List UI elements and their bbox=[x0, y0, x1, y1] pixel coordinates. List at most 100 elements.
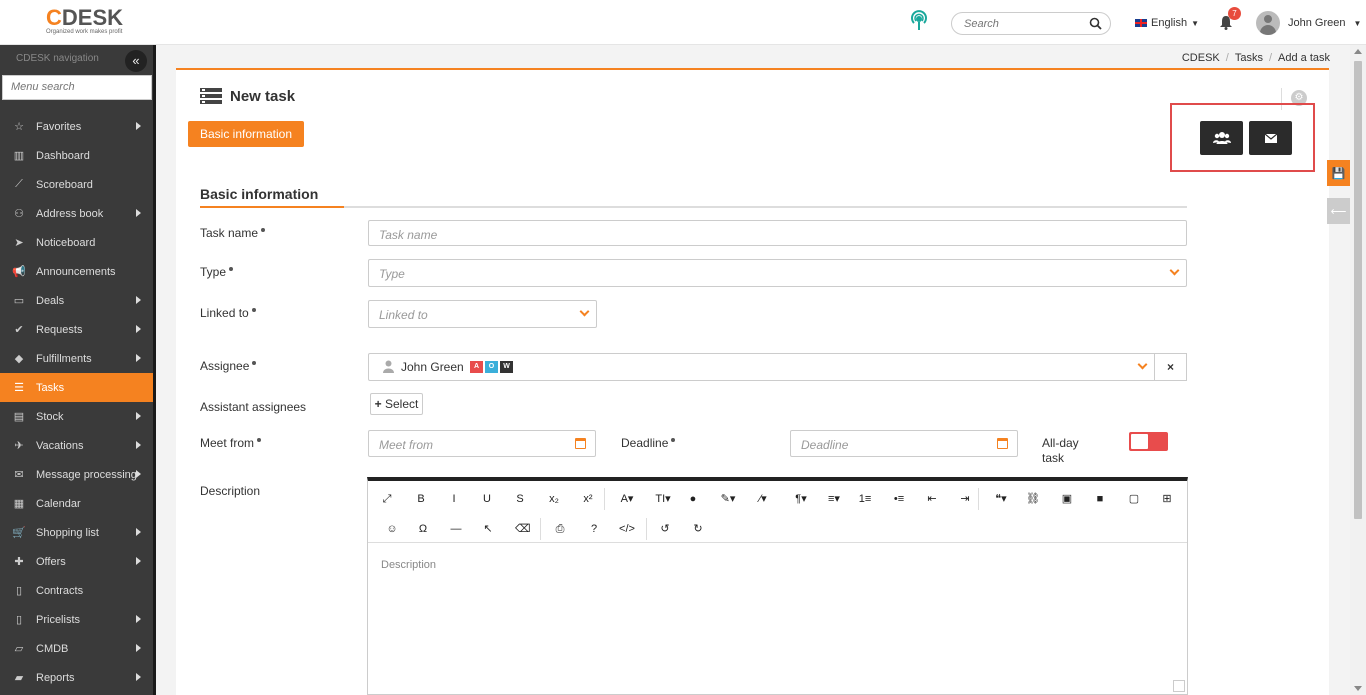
global-search[interactable] bbox=[951, 12, 1111, 35]
editor-tool-row1-18[interactable]: ❝▾ bbox=[988, 490, 1014, 508]
resize-handle[interactable] bbox=[1173, 680, 1185, 692]
user-menu[interactable]: John Green ▼ bbox=[1256, 11, 1361, 35]
calendar-icon[interactable] bbox=[997, 438, 1008, 449]
scroll-thumb[interactable] bbox=[1354, 61, 1362, 519]
editor-tool-row2-3[interactable]: ↖ bbox=[481, 520, 495, 538]
sidebar-item-label: Calendar bbox=[36, 497, 81, 510]
type-placeholder: Type bbox=[379, 267, 405, 281]
back-side-button[interactable]: ⟵ bbox=[1327, 198, 1350, 224]
sidebar-item-contracts[interactable]: ▯ Contracts bbox=[0, 576, 153, 605]
editor-tool-row2-7[interactable]: </> bbox=[618, 520, 636, 538]
editor-tool-row1-20[interactable]: ▣ bbox=[1060, 490, 1074, 508]
sidebar-item-label: Noticeboard bbox=[36, 236, 96, 249]
editor-tool-row1-7[interactable]: A▾ bbox=[615, 490, 639, 508]
collapse-sidebar-button[interactable]: « bbox=[125, 50, 147, 72]
editor-tool-row2-4[interactable]: ⌫ bbox=[515, 520, 531, 538]
editor-tool-row2-0[interactable]: ☺ bbox=[385, 520, 399, 538]
sidebar-item-calendar[interactable]: ▦ Calendar bbox=[0, 489, 153, 518]
editor-toolbar-row-2: ☺ Ω — ↖ ⌫ ⎙? </> ↺ ↻ bbox=[368, 514, 1187, 544]
users-button[interactable] bbox=[1200, 121, 1243, 155]
editor-tool-row2-2[interactable]: — bbox=[449, 520, 463, 538]
editor-tool-row1-16[interactable]: ⇤ bbox=[925, 490, 939, 508]
editor-tool-row1-9[interactable]: ● bbox=[686, 490, 700, 508]
caret-right-icon bbox=[136, 122, 141, 130]
editor-tool-row1-19[interactable]: ⛓ bbox=[1026, 490, 1040, 508]
sidebar-item-noticeboard[interactable]: ➤ Noticeboard bbox=[0, 228, 153, 257]
editor-tool-row1-23[interactable]: ⊞ bbox=[1160, 490, 1174, 508]
editor-tool-row1-11[interactable]: ⁄▾ bbox=[750, 490, 776, 508]
editor-tool-row1-5[interactable]: x₂ bbox=[546, 490, 562, 508]
editor-tool-row1-10[interactable]: ✎▾ bbox=[714, 490, 742, 508]
sidebar-item-reports[interactable]: ▰ Reports bbox=[0, 663, 153, 692]
editor-tool-row1-0[interactable]: ⤢ bbox=[380, 490, 394, 508]
all-day-toggle[interactable] bbox=[1129, 432, 1168, 451]
scroll-up-arrow[interactable] bbox=[1354, 49, 1362, 54]
sidebar-item-shopping-list[interactable]: 🛒 Shopping list bbox=[0, 518, 153, 547]
check-circle-icon: ✔ bbox=[14, 324, 24, 336]
editor-tool-row1-3[interactable]: U bbox=[480, 490, 494, 508]
sidebar-item-requests[interactable]: ✔ Requests bbox=[0, 315, 153, 344]
sidebar-item-announcements[interactable]: 📢 Announcements bbox=[0, 257, 153, 286]
global-search-input[interactable] bbox=[964, 18, 1084, 30]
sidebar-item-message-processing[interactable]: ✉ Message processing bbox=[0, 460, 153, 489]
breadcrumb-item-cdesk[interactable]: CDESK bbox=[1182, 52, 1220, 64]
sidebar-item-fulfillments[interactable]: ◆ Fulfillments bbox=[0, 344, 153, 373]
broadcast-icon[interactable] bbox=[908, 10, 930, 32]
editor-tool-row2-8[interactable]: ↺ bbox=[658, 520, 672, 538]
editor-tool-row1-13[interactable]: ≡▾ bbox=[821, 490, 847, 508]
editor-tool-row1-6[interactable]: x² bbox=[580, 490, 596, 508]
line-chart-icon: ⟋ bbox=[15, 178, 23, 190]
required-dot bbox=[252, 361, 257, 365]
sidebar-item-offers[interactable]: ✚ Offers bbox=[0, 547, 153, 576]
editor-tool-row1-22[interactable]: ▢ bbox=[1127, 490, 1141, 508]
menu-search-input[interactable] bbox=[11, 81, 151, 93]
clear-assignee-button[interactable]: × bbox=[1155, 353, 1187, 381]
logo[interactable]: CDESK Organized work makes profit bbox=[46, 7, 123, 36]
sidebar-item-favorites[interactable]: ☆ Favorites bbox=[0, 112, 153, 141]
meet-from-field[interactable]: Meet from bbox=[368, 430, 596, 457]
breadcrumb-item-tasks[interactable]: Tasks bbox=[1235, 52, 1263, 64]
editor-tool-row2-1[interactable]: Ω bbox=[416, 520, 430, 538]
editor-tool-row2-9[interactable]: ↻ bbox=[691, 520, 705, 538]
save-side-button[interactable]: 💾 bbox=[1327, 160, 1350, 186]
email-button[interactable] bbox=[1249, 121, 1292, 155]
editor-tool-row1-8[interactable]: TI▾ bbox=[649, 490, 677, 508]
section-title: Basic information bbox=[200, 186, 319, 202]
page-scrollbar[interactable] bbox=[1350, 45, 1366, 695]
editor-tool-row1-15[interactable]: •≡ bbox=[892, 490, 906, 508]
calendar-icon[interactable] bbox=[575, 438, 586, 449]
deadline-placeholder: Deadline bbox=[801, 438, 849, 452]
deadline-field[interactable]: Deadline bbox=[790, 430, 1018, 457]
editor-tool-row2-6[interactable]: ? bbox=[587, 520, 601, 538]
editor-tool-row1-1[interactable]: B bbox=[414, 490, 428, 508]
sidebar-item-stock[interactable]: ▤ Stock bbox=[0, 402, 153, 431]
linked-to-select[interactable]: Linked to bbox=[368, 300, 597, 328]
sidebar-item-dashboard[interactable]: ▥ Dashboard bbox=[0, 141, 153, 170]
cube-icon: ◆ bbox=[14, 353, 24, 365]
sidebar-item-pricelists[interactable]: ▯ Pricelists bbox=[0, 605, 153, 634]
editor-tool-row1-21[interactable]: ■ bbox=[1093, 490, 1107, 508]
editor-tool-row1-17[interactable]: ⇥ bbox=[958, 490, 972, 508]
editor-tool-row1-12[interactable]: ¶▾ bbox=[788, 490, 814, 508]
sidebar-item-address-book[interactable]: ⚇ Address book bbox=[0, 199, 153, 228]
sidebar-item-vacations[interactable]: ✈ Vacations bbox=[0, 431, 153, 460]
search-icon[interactable] bbox=[1089, 17, 1102, 30]
select-assistants-button[interactable]: + Select bbox=[370, 393, 423, 415]
sidebar-item-tasks[interactable]: ☰ Tasks bbox=[0, 373, 153, 402]
sidebar-item-deals[interactable]: ▭ Deals bbox=[0, 286, 153, 315]
task-name-label: Task name bbox=[200, 226, 266, 240]
sidebar-item-scoreboard[interactable]: ⟋ Scoreboard bbox=[0, 170, 153, 199]
editor-tool-row1-14[interactable]: 1≡ bbox=[858, 490, 872, 508]
editor-tool-row1-2[interactable]: I bbox=[447, 490, 461, 508]
caret-right-icon bbox=[136, 296, 141, 304]
task-name-field[interactable]: Task name bbox=[368, 220, 1187, 246]
sidebar-item-cmdb[interactable]: ▱ CMDB bbox=[0, 634, 153, 663]
language-selector[interactable]: English ▼ bbox=[1135, 17, 1199, 29]
type-select[interactable]: Type bbox=[368, 259, 1187, 287]
menu-search[interactable] bbox=[2, 75, 152, 100]
description-editor[interactable]: ⤢ B I U Sx₂ x² A▾ TI▾ ● ✎▾ ⁄▾ ¶▾ ≡▾ 1≡ •≡ ⇤ ⇥ ❝▾ ⛓ ▣ ■ ▢ ⊞ ☺ Ω —… bbox=[367, 477, 1188, 695]
editor-tool-row1-4[interactable]: S bbox=[513, 490, 527, 508]
scroll-down-arrow[interactable] bbox=[1354, 686, 1362, 691]
editor-tool-row2-5[interactable]: ⎙ bbox=[553, 520, 567, 538]
tab-basic-information[interactable]: Basic information bbox=[188, 121, 304, 147]
